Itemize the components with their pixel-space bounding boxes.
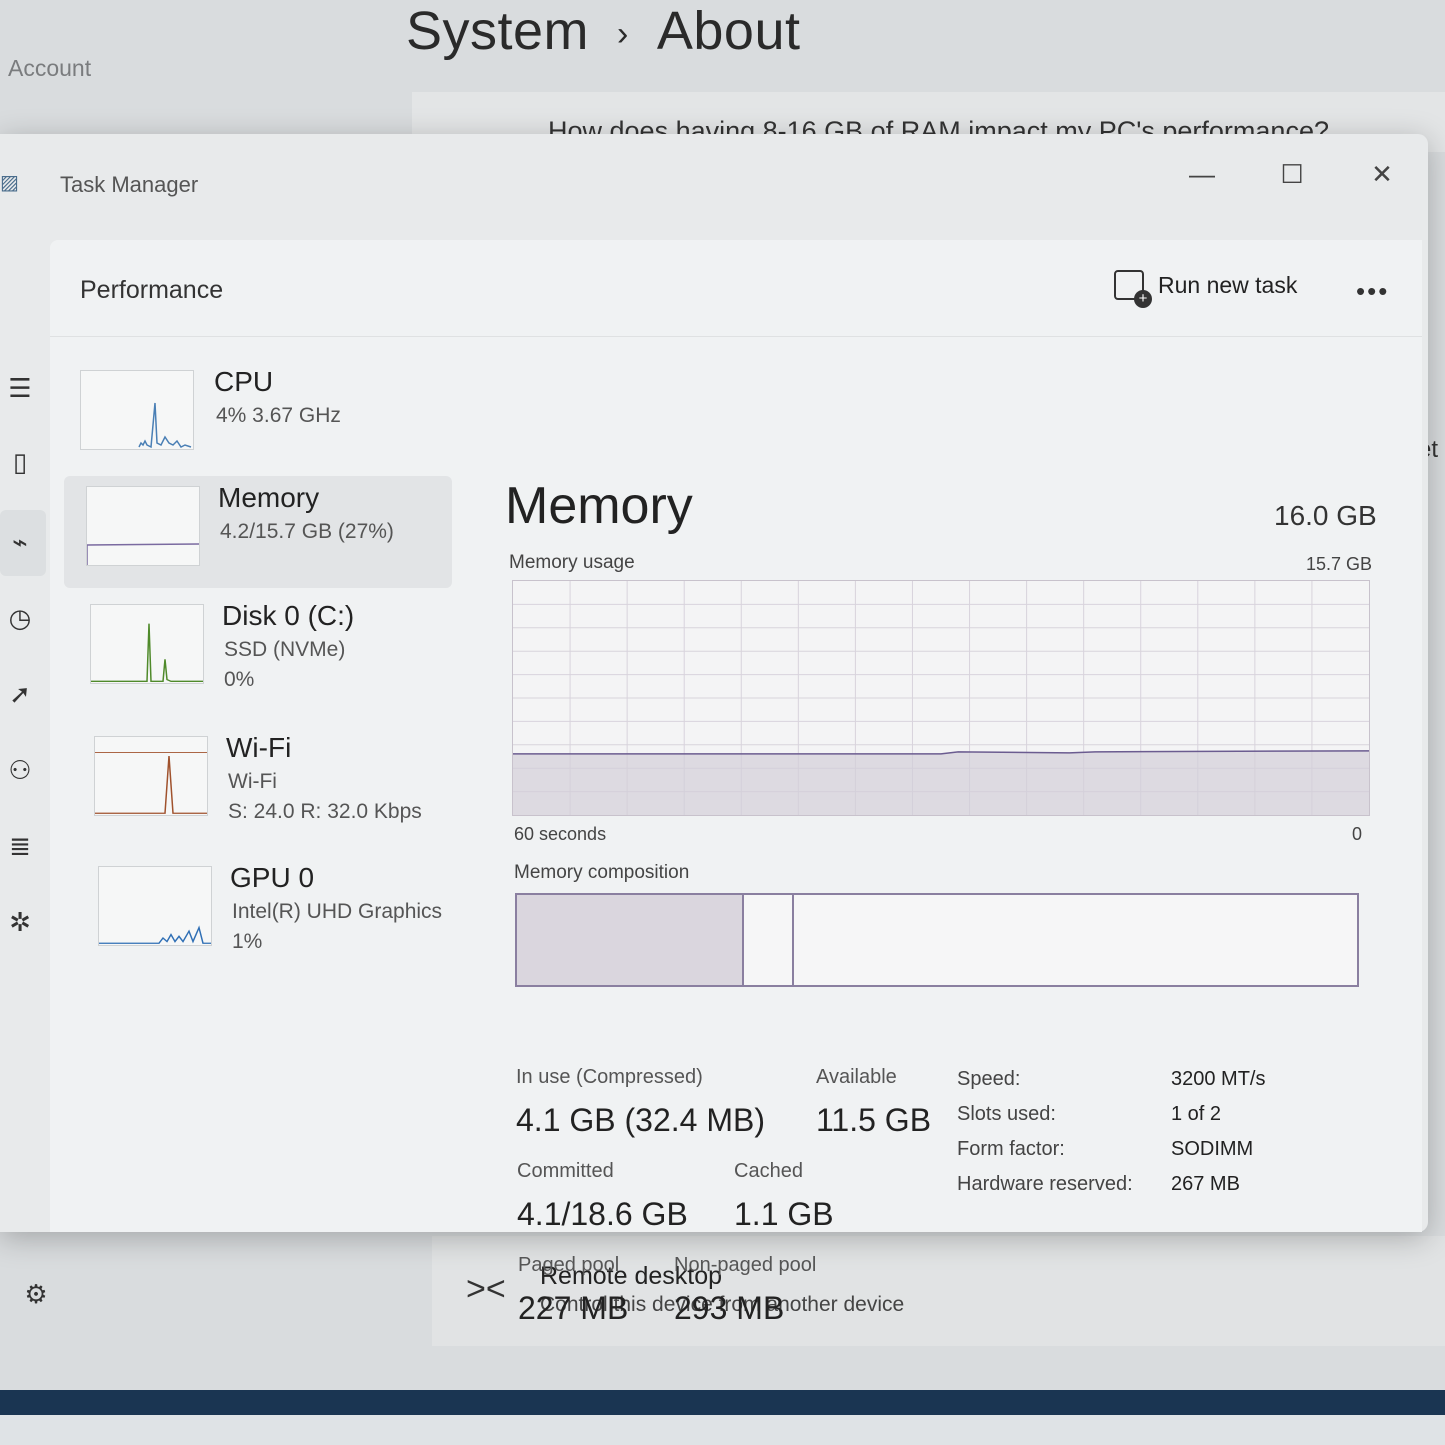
slots-used-value: 1 of 2	[1171, 1103, 1222, 1125]
settings-icon[interactable]: ⚙	[16, 1274, 56, 1314]
task-manager-app-icon: ▨	[0, 172, 19, 194]
nonpaged-pool-label: Non-paged pool	[674, 1254, 817, 1276]
wifi-thumbnail-graph	[94, 736, 208, 816]
perf-item-name: Wi-Fi	[226, 732, 292, 763]
services-icon[interactable]: ✲	[0, 902, 40, 942]
hardware-reserved-key: Hardware reserved:	[957, 1173, 1133, 1195]
memory-usage-label: Memory usage	[509, 552, 635, 573]
more-options-button[interactable]: •••	[1356, 276, 1389, 307]
details-icon[interactable]: ≣	[0, 826, 40, 866]
perf-item-name: CPU	[214, 366, 274, 397]
perf-item-detail: Wi-Fi	[228, 770, 277, 793]
slots-used-key: Slots used:	[957, 1103, 1056, 1125]
page-title: Performance	[80, 276, 224, 304]
perf-item-throughput: S: 24.0 R: 32.0 Kbps	[228, 800, 422, 823]
memory-usage-max: 15.7 GB	[1306, 554, 1373, 574]
perf-item-wifi[interactable]: Wi-Fi Wi-Fi S: 24.0 R: 32.0 Kbps	[64, 726, 452, 838]
memory-thumbnail-graph	[86, 486, 200, 566]
disk-thumbnail-graph	[90, 604, 204, 684]
form-factor-key: Form factor:	[957, 1138, 1065, 1160]
speed-key: Speed:	[957, 1068, 1021, 1090]
page-header: Performance Run new task •••	[50, 240, 1422, 337]
speed-value: 3200 MT/s	[1171, 1068, 1266, 1090]
perf-item-name: Disk 0 (C:)	[222, 600, 355, 631]
hardware-reserved-value: 267 MB	[1171, 1173, 1240, 1195]
paged-pool-value: 227 MB	[518, 1290, 629, 1326]
memory-composition-bar	[515, 893, 1359, 987]
composition-standby	[744, 895, 795, 985]
perf-item-disk[interactable]: Disk 0 (C:) SSD (NVMe) 0%	[64, 594, 452, 706]
breadcrumb-about: About	[656, 1, 801, 61]
nav-rail: ☰ ▯ ⌁ ◷ ➚ ⚇ ≣ ✲ ⚙	[0, 238, 50, 1309]
perf-item-detail: 4% 3.67 GHz	[216, 404, 341, 427]
available-label: Available	[816, 1066, 897, 1088]
cpu-thumbnail-graph	[80, 370, 194, 450]
perf-item-name: GPU 0	[230, 862, 315, 893]
form-factor-value: SODIMM	[1171, 1138, 1254, 1160]
task-manager-window: ▨ Task Manager — ☐ ✕ ☰ ▯ ⌁ ◷ ➚ ⚇ ≣ ✲ ⚙ P…	[0, 134, 1428, 1326]
perf-item-cpu[interactable]: CPU 4% 3.67 GHz	[64, 360, 452, 472]
available-value: 11.5 GB	[816, 1102, 932, 1138]
breadcrumb-chevron-icon: ›	[617, 15, 629, 54]
window-title: Task Manager	[60, 172, 199, 197]
app-history-icon[interactable]: ◷	[0, 598, 40, 638]
startup-icon[interactable]: ➚	[0, 674, 40, 714]
perf-item-utilization: 0%	[224, 668, 255, 691]
gpu-thumbnail-graph	[98, 866, 212, 946]
processes-icon[interactable]: ▯	[0, 442, 40, 482]
graph-axis-left: 60 seconds	[514, 824, 607, 844]
paged-pool-label: Paged pool	[518, 1254, 620, 1276]
taskbar-strip	[0, 1415, 1445, 1445]
users-icon[interactable]: ⚇	[0, 750, 40, 790]
memory-usage-graph	[512, 580, 1370, 816]
perf-item-detail: SSD (NVMe)	[224, 638, 346, 661]
memory-title: Memory	[505, 477, 693, 535]
memory-total: 16.0 GB	[1274, 500, 1377, 531]
committed-value: 4.1/18.6 GB	[517, 1196, 688, 1232]
cached-value: 1.1 GB	[734, 1196, 834, 1232]
perf-item-detail: Intel(R) UHD Graphics	[232, 900, 443, 923]
run-new-task-label: Run new task	[1158, 271, 1298, 298]
hamburger-icon[interactable]: ☰	[0, 368, 40, 408]
usage-area	[513, 750, 1369, 815]
in-use-value: 4.1 GB (32.4 MB)	[516, 1102, 765, 1138]
breadcrumb-system[interactable]: System	[406, 1, 589, 61]
performance-icon[interactable]: ⌁	[0, 522, 40, 562]
committed-label: Committed	[517, 1160, 614, 1182]
perf-item-name: Memory	[218, 482, 320, 513]
in-use-label: In use (Compressed)	[516, 1066, 703, 1088]
cached-label: Cached	[734, 1160, 803, 1182]
settings-breadcrumb: System › About	[406, 0, 801, 62]
perf-item-gpu[interactable]: GPU 0 Intel(R) UHD Graphics 1%	[64, 856, 452, 968]
perf-item-utilization: 1%	[232, 930, 263, 953]
perf-item-memory[interactable]: Memory 4.2/15.7 GB (27%)	[64, 476, 452, 588]
graph-axis-right: 0	[1352, 824, 1363, 844]
composition-in-use	[517, 895, 744, 985]
memory-composition-label: Memory composition	[514, 862, 690, 883]
perf-item-detail: 4.2/15.7 GB (27%)	[220, 520, 394, 543]
run-task-icon	[1114, 270, 1152, 308]
minimize-button[interactable]: —	[1172, 154, 1232, 194]
settings-nav-account[interactable]: Account	[8, 55, 91, 82]
performance-page: Performance Run new task ••• CPU 4% 3.67…	[50, 240, 1422, 1326]
maximize-button[interactable]: ☐	[1262, 154, 1322, 194]
remote-desktop-icon: ><	[466, 1270, 506, 1308]
nonpaged-pool-value: 293 MB	[674, 1290, 785, 1326]
close-button[interactable]: ✕	[1352, 154, 1412, 194]
run-new-task-button[interactable]: Run new task	[1114, 270, 1298, 308]
